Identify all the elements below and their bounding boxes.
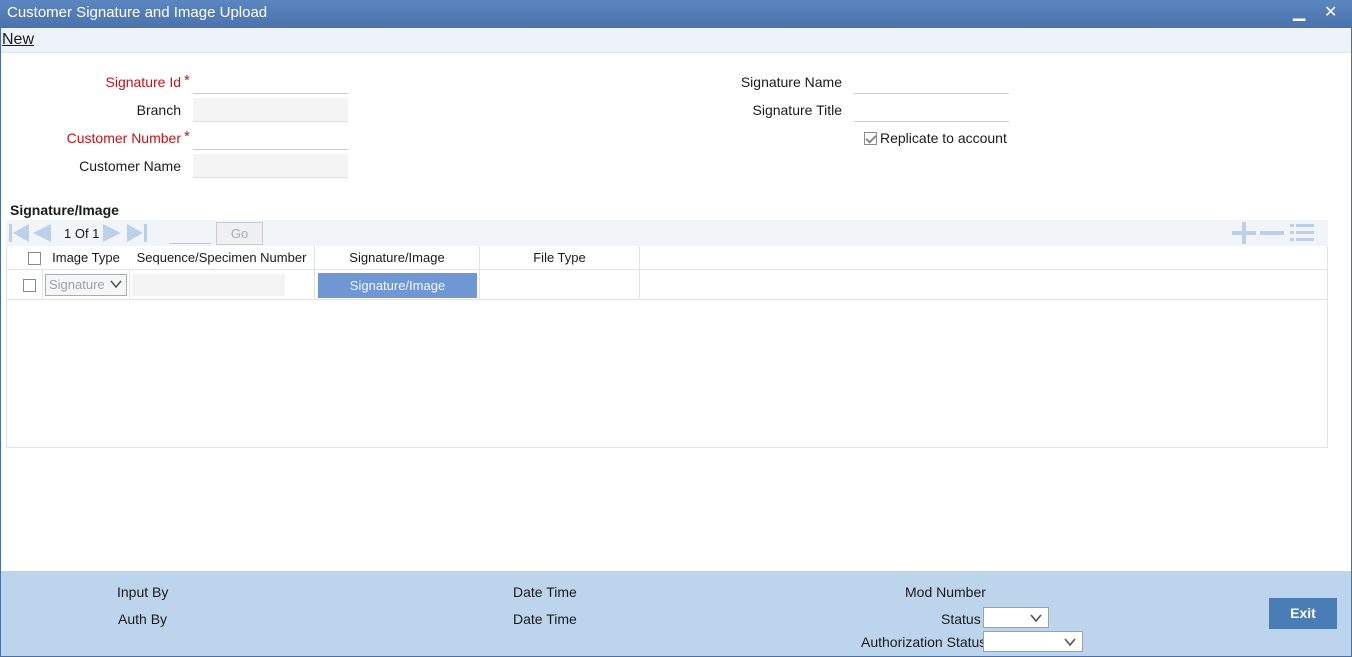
sequence-input[interactable] bbox=[132, 274, 285, 296]
signature-title-label: Signature Title bbox=[752, 102, 843, 118]
replicate-checkbox[interactable] bbox=[864, 132, 877, 145]
mod-number-label: Mod Number bbox=[905, 584, 986, 600]
signature-id-label: Signature Id bbox=[105, 74, 182, 90]
select-all-checkbox[interactable] bbox=[28, 252, 41, 265]
title-bar: Customer Signature and Image Upload ▁ ✕ bbox=[0, 0, 1352, 28]
status-label: Status bbox=[941, 611, 981, 627]
window-title: Customer Signature and Image Upload bbox=[7, 4, 268, 21]
branch-field bbox=[193, 98, 348, 122]
go-button[interactable]: Go bbox=[216, 222, 263, 245]
signature-name-field[interactable] bbox=[854, 70, 1009, 94]
required-marker: * bbox=[184, 128, 190, 145]
audit-footer: Input By Auth By Date Time Date Time Mod… bbox=[1, 571, 1351, 656]
signature-title-field[interactable] bbox=[854, 98, 1009, 122]
section-title: Signature/Image bbox=[10, 202, 119, 218]
signature-id-field[interactable] bbox=[193, 70, 348, 94]
pager: 1 Of 1 Go bbox=[6, 220, 1328, 246]
customer-number-field[interactable] bbox=[193, 126, 348, 150]
exit-button[interactable]: Exit bbox=[1269, 598, 1337, 629]
previous-page-icon[interactable] bbox=[31, 223, 53, 243]
close-button[interactable]: ✕ bbox=[1324, 0, 1337, 26]
row-checkbox[interactable] bbox=[23, 279, 36, 292]
required-marker: * bbox=[184, 72, 190, 89]
select-all-cell bbox=[7, 246, 43, 270]
signature-image-button[interactable]: Signature/Image bbox=[318, 273, 477, 298]
new-link[interactable]: New bbox=[2, 31, 34, 49]
image-type-value: Signature bbox=[49, 277, 105, 292]
column-header: Image Type bbox=[52, 250, 120, 265]
grid-tools bbox=[1232, 222, 1314, 244]
add-row-icon[interactable] bbox=[1232, 222, 1256, 244]
auth-by-label: Auth By bbox=[118, 611, 168, 627]
status-select[interactable] bbox=[983, 607, 1049, 628]
chevron-down-icon bbox=[110, 280, 122, 289]
customer-number-label: Customer Number bbox=[66, 130, 181, 146]
grid-header: Image Type Sequence/Specimen Number Sign… bbox=[7, 246, 1327, 270]
column-header: Signature/Image bbox=[315, 246, 480, 270]
authorization-status-label: Authorization Status bbox=[861, 634, 987, 650]
image-type-select[interactable]: Signature bbox=[45, 274, 127, 296]
authorization-status-select[interactable] bbox=[983, 631, 1083, 652]
page-indicator: 1 Of 1 bbox=[64, 226, 100, 241]
minimize-button[interactable]: ▁ bbox=[1293, 0, 1305, 26]
column-header: File Type bbox=[480, 246, 640, 270]
chevron-down-icon bbox=[1030, 614, 1042, 623]
replicate-label: Replicate to account bbox=[880, 130, 1007, 146]
signature-grid: Image Type Sequence/Specimen Number Sign… bbox=[6, 246, 1328, 448]
column-header: Sequence/Specimen Number bbox=[129, 246, 315, 270]
chevron-down-icon bbox=[1064, 638, 1076, 647]
page-number-input[interactable] bbox=[169, 224, 211, 244]
next-page-icon[interactable] bbox=[101, 223, 123, 243]
last-page-icon[interactable] bbox=[126, 223, 148, 243]
table-row: Signature Signature/Image bbox=[7, 270, 1327, 300]
input-by-label: Input By bbox=[117, 584, 169, 600]
single-view-icon[interactable] bbox=[1290, 224, 1314, 241]
customer-name-field bbox=[193, 154, 348, 178]
branch-label: Branch bbox=[136, 102, 181, 118]
delete-row-icon[interactable] bbox=[1260, 231, 1284, 235]
menu-bar: New bbox=[1, 28, 1351, 53]
input-date-time-label: Date Time bbox=[513, 584, 577, 600]
first-page-icon[interactable] bbox=[8, 223, 30, 243]
file-type-cell bbox=[480, 270, 640, 300]
customer-name-label: Customer Name bbox=[79, 158, 181, 174]
auth-date-time-label: Date Time bbox=[513, 611, 577, 627]
row-select-cell bbox=[7, 270, 43, 300]
signature-name-label: Signature Name bbox=[740, 74, 842, 90]
